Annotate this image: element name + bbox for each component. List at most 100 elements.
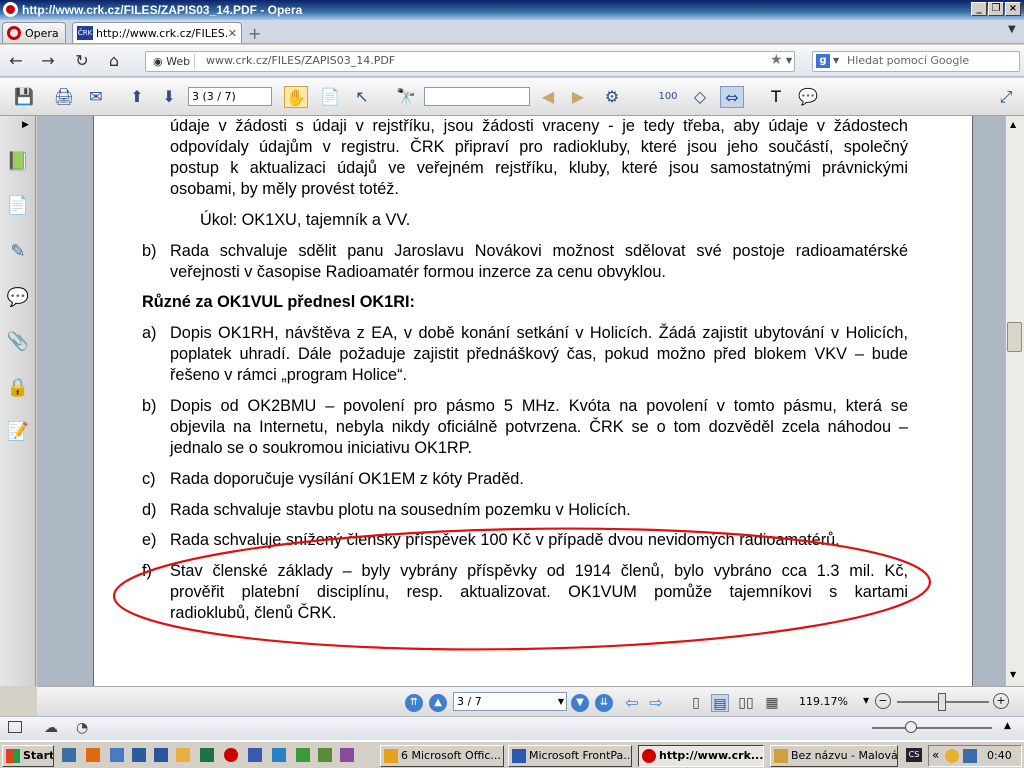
zoom-out-icon[interactable]: − [875, 693, 891, 709]
home-icon[interactable]: ⌂ [104, 52, 124, 70]
single-page-icon[interactable]: ▯ [687, 694, 705, 712]
tab-close-icon[interactable]: ✕ [228, 27, 237, 40]
zoom-dropdown-icon[interactable]: ▼ [863, 696, 869, 705]
find-prev-icon[interactable]: ◀ [536, 86, 560, 108]
search-field[interactable]: g ▼ Hledat pomocí Google [812, 51, 1020, 72]
page-up-icon[interactable]: ⬆ [125, 86, 149, 108]
quicklaunch-calc-icon[interactable] [110, 748, 124, 762]
taskbar-item-office[interactable]: 6 Microsoft Offic... [380, 745, 504, 767]
paint-icon [774, 749, 788, 763]
minimize-button[interactable]: _ [971, 2, 987, 16]
restore-button[interactable]: ❐ [988, 2, 1004, 16]
opera-logo-icon [3, 2, 18, 17]
scroll-down-icon[interactable]: ▼ [1010, 670, 1016, 679]
vertical-scrollbar[interactable]: ▲ ▼ [1005, 116, 1024, 686]
search-engine-dropdown-icon[interactable]: ▼ [833, 56, 839, 65]
start-label: Start [23, 749, 54, 762]
page-zoom-slider-track[interactable] [872, 727, 992, 729]
quicklaunch-app-icon[interactable] [272, 748, 286, 762]
turbo-icon[interactable]: ◔ [76, 720, 88, 736]
first-page-icon[interactable]: ⇈ [405, 694, 423, 712]
reload-icon[interactable]: ↻ [72, 52, 92, 70]
quicklaunch-outlook-icon[interactable] [176, 748, 190, 762]
fit-page-icon[interactable]: ◇ [688, 86, 712, 108]
frontpage-icon [512, 749, 526, 763]
page-zoom-slider-handle[interactable] [905, 721, 917, 733]
bookmarks-panel-icon[interactable]: 📄 [6, 194, 30, 218]
quicklaunch-books-icon[interactable] [296, 748, 310, 762]
quicklaunch-excel-icon[interactable] [200, 748, 214, 762]
find-next-icon[interactable]: ▶ [566, 86, 590, 108]
facing-pages-icon[interactable]: ▯▯ [737, 694, 755, 712]
select-arrow-icon[interactable]: ↖ [350, 86, 374, 108]
address-field[interactable]: ◉ Web www.crk.cz/FILES/ZAPIS03_14.PDF ★ … [145, 51, 795, 72]
security-lock-icon[interactable]: 🔒 [6, 376, 30, 400]
zoom-slider-handle[interactable] [938, 693, 946, 711]
forms-panel-icon[interactable]: 📝 [6, 420, 30, 444]
opera-unite-icon[interactable]: ☁ [44, 720, 58, 736]
quicklaunch-network-icon[interactable] [248, 748, 262, 762]
start-button[interactable]: Start [2, 745, 54, 767]
taskbar-item-opera[interactable]: http://www.crk.... [638, 745, 764, 767]
back-icon[interactable]: ← [6, 52, 26, 70]
previous-page-icon[interactable]: ▲ [429, 694, 447, 712]
go-forward-icon[interactable]: ⇨ [647, 694, 665, 712]
continuous-page-icon[interactable]: ▤ [711, 694, 729, 712]
find-field[interactable] [424, 87, 530, 106]
last-page-icon[interactable]: ⇊ [595, 694, 613, 712]
tray-expand[interactable]: « [932, 748, 939, 762]
fit-width-icon[interactable]: ⇔ [720, 86, 744, 108]
select-text-icon[interactable]: 📄 [318, 86, 342, 108]
expand-icon[interactable]: ⤢ [994, 86, 1018, 108]
go-back-icon[interactable]: ⇦ [623, 694, 641, 712]
quicklaunch-paint-icon[interactable] [340, 748, 354, 762]
tab-pdf[interactable]: ČRK http://www.crk.cz/FILES... ✕ [72, 22, 242, 43]
taskbar-item-paint[interactable]: Bez názvu - Malování [770, 745, 898, 767]
page-zoom-dropdown-icon[interactable]: ▲ [1004, 721, 1011, 731]
next-page-icon[interactable]: ▼ [571, 694, 589, 712]
page-select[interactable]: 3 / 7 ▼ [453, 692, 567, 711]
bookmark-star-icon[interactable]: ★ [770, 52, 783, 68]
tray-clock-app-icon[interactable] [945, 749, 959, 763]
panel-toggle-icon[interactable]: ▶ [22, 120, 29, 130]
tab-menu-icon[interactable]: ▼ [1008, 24, 1016, 35]
find-binoculars-icon[interactable]: 🔭 [394, 86, 418, 108]
tray-volume-icon[interactable] [963, 749, 977, 763]
find-options-icon[interactable]: ⚙ [600, 86, 624, 108]
page-down-icon[interactable]: ⬇ [157, 86, 181, 108]
pdf-document-area[interactable]: údaje v žádosti s údaji v rejstříku, jso… [37, 116, 1005, 686]
note-comment-icon[interactable]: 💬 [796, 86, 820, 108]
web-badge[interactable]: ◉ Web [149, 54, 196, 69]
quicklaunch-opera-icon[interactable] [224, 748, 238, 762]
system-tray: « 0:40 [928, 745, 1022, 767]
typewriter-icon[interactable]: T [764, 86, 788, 108]
actual-size-icon[interactable]: 100 [656, 86, 680, 108]
tab-opera-menu[interactable]: Opera [2, 22, 66, 43]
print-icon[interactable]: 🖨 [52, 86, 76, 108]
taskbar-item-frontpage[interactable]: Microsoft FrontPa... [508, 745, 632, 767]
scroll-up-icon[interactable]: ▲ [1010, 120, 1016, 129]
quicklaunch-tool-icon[interactable] [318, 748, 332, 762]
url-text[interactable]: www.crk.cz/FILES/ZAPIS03_14.PDF [206, 54, 395, 67]
page-number-field[interactable]: 3 (3 / 7) [188, 87, 272, 106]
email-icon[interactable]: ✉ [84, 86, 108, 108]
signatures-panel-icon[interactable]: ✎ [6, 240, 30, 264]
pages-panel-icon[interactable]: 📗 [6, 150, 30, 174]
continuous-facing-icon[interactable]: ▦ [763, 694, 781, 712]
comments-panel-icon[interactable]: 💬 [6, 286, 30, 310]
scrollbar-thumb[interactable] [1007, 322, 1022, 352]
attachments-panel-icon[interactable]: 📎 [6, 330, 30, 354]
quicklaunch-desktop-icon[interactable] [62, 748, 76, 762]
panel-toggle-icon[interactable] [8, 721, 22, 733]
close-button[interactable]: × [1005, 2, 1021, 16]
save-icon[interactable]: 💾 [12, 86, 36, 108]
zoom-in-icon[interactable]: + [993, 693, 1009, 709]
tray-app-icon[interactable]: CS [906, 748, 922, 762]
quicklaunch-ie-icon[interactable] [86, 748, 100, 762]
url-dropdown-icon[interactable]: ▼ [786, 56, 792, 65]
quicklaunch-word-icon[interactable] [154, 748, 168, 762]
quicklaunch-save-icon[interactable] [132, 748, 146, 762]
hand-tool-icon[interactable]: ✋ [284, 86, 308, 108]
new-tab-button[interactable]: + [248, 24, 261, 43]
forward-icon[interactable]: → [38, 52, 58, 70]
